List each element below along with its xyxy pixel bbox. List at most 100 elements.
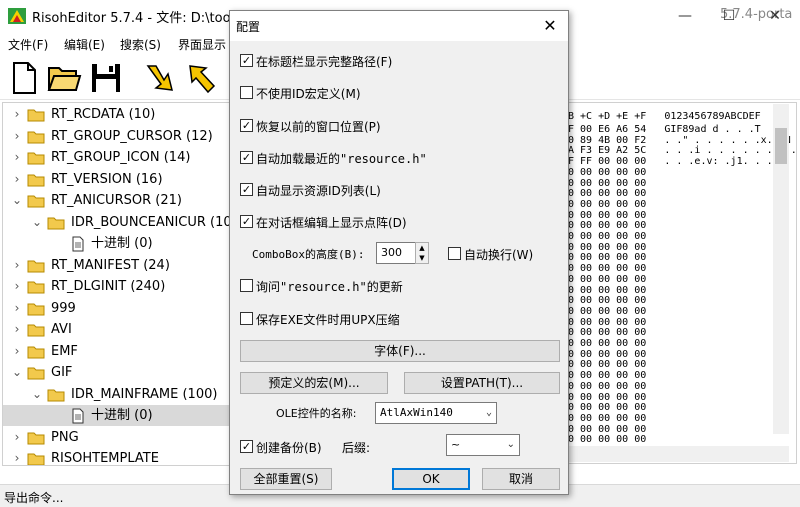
save-icon[interactable]	[88, 60, 124, 96]
checkbox[interactable]	[240, 86, 253, 99]
tree-item-label: GIF	[51, 365, 73, 380]
dialog-title: 配置	[236, 20, 261, 34]
chevron-right-icon[interactable]: ›	[11, 126, 23, 147]
chevron-right-icon[interactable]: ›	[11, 276, 23, 297]
menu-search[interactable]: 搜索(S)	[120, 36, 161, 53]
tree-item[interactable]: › RISOHTEMPLATE	[3, 448, 232, 465]
checkbox[interactable]: ✓	[240, 54, 253, 67]
tree-item[interactable]: ⌄ IDR_MAINFRAME (100)	[3, 384, 232, 405]
predefined-macros-button[interactable]: 预定义的宏(M)...	[240, 372, 388, 394]
ok-button[interactable]: OK	[392, 468, 470, 490]
combobox-height-spinner[interactable]: ▲ ▼	[415, 242, 429, 264]
tree-item-label: EMF	[51, 343, 78, 359]
checkbox[interactable]: ✓	[240, 183, 253, 196]
tree-item-label: IDR_BOUNCEANICUR (10:	[71, 214, 233, 230]
checkbox[interactable]	[448, 247, 461, 260]
window-title: RisohEditor 5.7.4 - 文件: D:\tool	[32, 11, 235, 26]
dialog-close-icon[interactable]: ✕	[536, 13, 564, 39]
combobox-height-label: ComboBox的高度(B):	[252, 248, 365, 261]
minimize-button[interactable]: —	[662, 0, 708, 32]
checkbox[interactable]: ✓	[240, 119, 253, 132]
tree-item[interactable]: ⌄ IDR_BOUNCEANICUR (10:	[3, 212, 232, 233]
chevron-right-icon[interactable]: ›	[11, 169, 23, 190]
hex-line: 0 00 00 00 00	[568, 412, 647, 424]
chevron-right-icon[interactable]: ›	[11, 104, 23, 125]
menu-file[interactable]: 文件(F)	[8, 36, 48, 53]
chevron-down-icon[interactable]: ⌄	[11, 362, 23, 383]
menu-view[interactable]: 界面显示	[178, 36, 226, 53]
chevron-down-icon[interactable]: ⌄	[486, 403, 492, 423]
tree-item[interactable]: › RT_GROUP_ICON (14)	[3, 147, 232, 168]
chevron-down-icon[interactable]: ⌄	[11, 190, 23, 211]
checkbox[interactable]: ✓	[240, 215, 253, 228]
open-folder-icon[interactable]	[46, 60, 82, 96]
chevron-right-icon[interactable]: ›	[11, 341, 23, 362]
tree-item[interactable]: ⌄ RT_ANICURSOR (21)	[3, 190, 232, 211]
chevron-down-icon[interactable]: ⌄	[31, 212, 43, 233]
maximize-icon: ☐	[722, 8, 736, 24]
tree-item[interactable]: › RT_DLGINIT (240)	[3, 276, 232, 297]
tree-item[interactable]: › AVI	[3, 319, 232, 340]
tree-item[interactable]: › RT_MANIFEST (24)	[3, 255, 232, 276]
hex-scroll-thumb[interactable]	[775, 128, 787, 164]
reset-all-button[interactable]: 全部重置(S)	[240, 468, 332, 490]
ole-name-label: OLE控件的名称:	[276, 407, 357, 420]
chevron-right-icon[interactable]: ›	[11, 255, 23, 276]
tree-item-label: RT_VERSION (16)	[51, 171, 163, 187]
checkbox[interactable]: ✓	[240, 151, 253, 164]
ole-name-combobox[interactable]: AtlAxWin140 ⌄	[375, 402, 497, 424]
close-icon: ✕	[769, 8, 781, 24]
document-icon	[71, 233, 85, 254]
combobox-height-input[interactable]: 300	[376, 242, 416, 264]
hex-line: 0 00 00 00 00	[568, 273, 647, 285]
hex-header: B +C +D +E +F 0123456789ABCDEF	[568, 111, 761, 122]
maximize-button[interactable]: ☐	[706, 0, 752, 32]
folder-icon	[27, 298, 45, 319]
tree-item[interactable]: › EMF	[3, 341, 232, 362]
close-button[interactable]: ✕	[752, 0, 798, 32]
tree-item-label: RT_DLGINIT (240)	[51, 279, 166, 294]
tree-item[interactable]: 十进制 (0)	[3, 405, 232, 426]
folder-icon	[27, 341, 45, 362]
checkbox[interactable]	[240, 312, 253, 325]
tree-item-label: 十进制 (0)	[91, 236, 153, 251]
dialog-title-bar: 配置 ✕	[230, 11, 568, 41]
set-path-button[interactable]: 设置PATH(T)...	[404, 372, 560, 394]
chevron-down-icon[interactable]: ⌄	[507, 435, 515, 455]
checkbox[interactable]: ✓	[240, 440, 253, 453]
move-up-arrow-icon[interactable]	[184, 60, 220, 96]
tree-item[interactable]: › RT_RCDATA (10)	[3, 104, 232, 125]
tree-item[interactable]: › RT_GROUP_CURSOR (12)	[3, 126, 232, 147]
resource-tree[interactable]: › RT_RCDATA (10) › RT_GROUP_CURSOR (12) › RT_…	[2, 102, 233, 466]
tree-item[interactable]: 十进制 (0)	[3, 233, 232, 254]
tree-item-label: RT_ANICURSOR (21)	[51, 193, 182, 208]
document-icon	[71, 405, 85, 426]
checkbox[interactable]	[240, 279, 253, 292]
new-file-icon[interactable]	[6, 60, 42, 96]
hex-view[interactable]: B +C +D +E +F 0123456789ABCDEF F 00 E6 A…	[567, 102, 797, 464]
folder-icon	[27, 427, 45, 448]
chevron-right-icon[interactable]: ›	[11, 147, 23, 168]
suffix-label: 后缀:	[342, 441, 371, 455]
tree-item[interactable]: ⌄ GIF	[3, 362, 232, 383]
folder-icon	[27, 126, 45, 147]
chevron-right-icon[interactable]: ›	[11, 298, 23, 319]
option-label: 保存EXE文件时用UPX压缩	[256, 313, 400, 327]
tree-item[interactable]: › 999	[3, 298, 232, 319]
cancel-button[interactable]: 取消	[482, 468, 560, 490]
option-label: 自动加载最近的"resource.h"	[256, 152, 427, 166]
tree-item[interactable]: › PNG	[3, 427, 232, 448]
chevron-right-icon[interactable]: ›	[11, 448, 23, 465]
tree-item-label: 十进制 (0)	[91, 408, 153, 423]
suffix-combobox[interactable]: ~ ⌄	[446, 434, 520, 456]
menu-edit[interactable]: 编辑(E)	[64, 36, 105, 53]
move-down-arrow-icon[interactable]	[142, 60, 178, 96]
chevron-right-icon[interactable]: ›	[11, 427, 23, 448]
chevron-down-icon[interactable]: ⌄	[31, 384, 43, 405]
hex-horizontal-scrollbar[interactable]	[567, 446, 789, 462]
tree-item[interactable]: › RT_VERSION (16)	[3, 169, 232, 190]
folder-icon	[27, 319, 45, 340]
chevron-right-icon[interactable]: ›	[11, 319, 23, 340]
option-label: 在标题栏显示完整路径(F)	[256, 55, 393, 69]
font-button[interactable]: 字体(F)...	[240, 340, 560, 362]
